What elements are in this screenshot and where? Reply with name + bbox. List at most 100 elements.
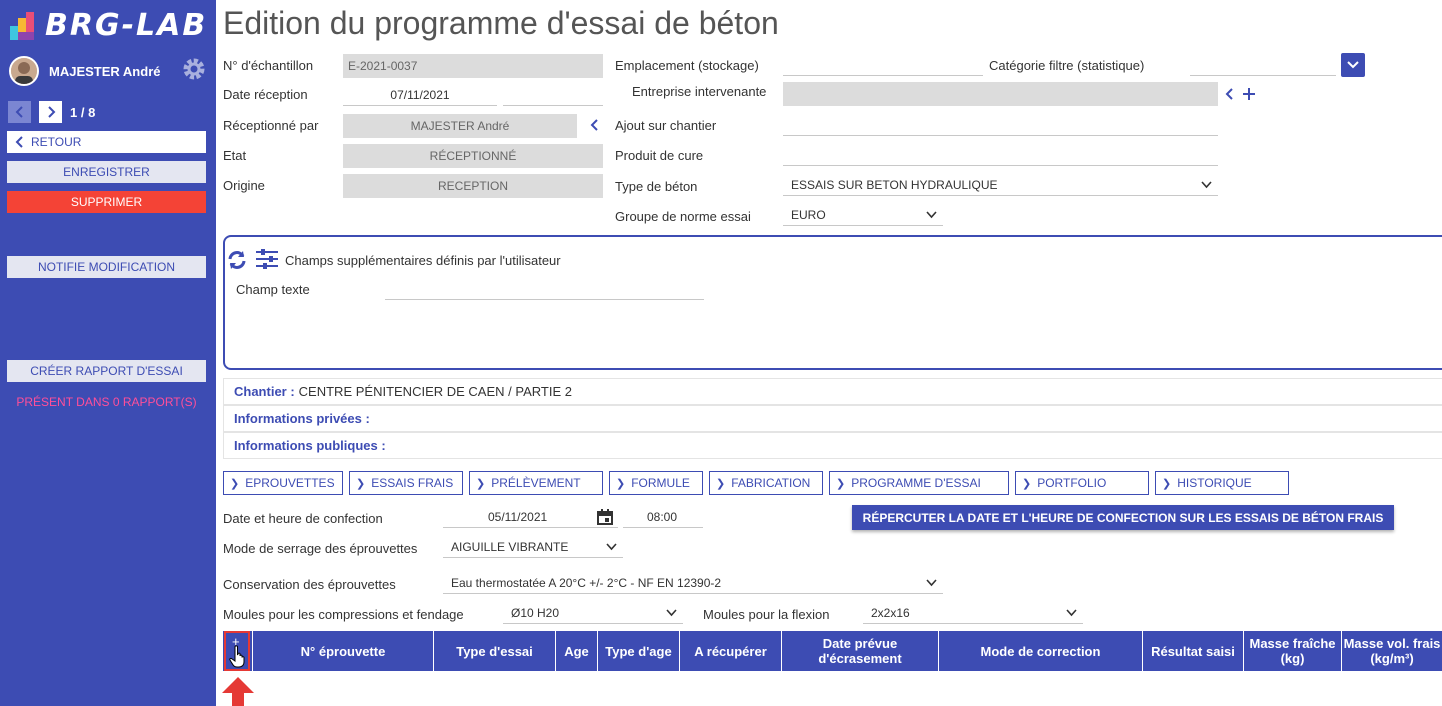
sample-number-field: E-2021-0037 xyxy=(343,54,603,78)
text-field-label: Champ texte xyxy=(236,282,310,297)
chevron-down-icon xyxy=(666,609,677,617)
state-field: RÉCEPTIONNÉ xyxy=(343,144,603,168)
tab-formule[interactable]: ❯ FORMULE xyxy=(609,471,703,495)
calendar-icon[interactable] xyxy=(597,509,613,525)
concrete-type-select[interactable]: ESSAIS SUR BETON HYDRAULIQUE xyxy=(783,174,1218,196)
filter-category-field[interactable] xyxy=(1190,54,1336,76)
reception-time-field[interactable] xyxy=(503,84,603,106)
state-label: Etat xyxy=(223,148,247,163)
chevron-down-icon: ❯ xyxy=(1022,477,1032,490)
public-info-row[interactable]: Informations publiques : xyxy=(223,432,1442,459)
sliders-icon[interactable] xyxy=(255,248,279,270)
origin-field: RECEPTION xyxy=(343,174,603,198)
gear-icon[interactable] xyxy=(181,56,207,82)
tab-label: PORTFOLIO xyxy=(1037,476,1107,490)
propagate-date-button[interactable]: RÉPERCUTER LA DATE ET L'HEURE DE CONFECT… xyxy=(852,505,1394,530)
custom-fields-title: Champs supplémentaires définis par l'uti… xyxy=(285,253,561,268)
tab-label: FORMULE xyxy=(631,476,690,490)
refresh-icon[interactable] xyxy=(226,249,248,271)
tab-essais-frais[interactable]: ❯ ESSAIS FRAIS xyxy=(349,471,463,495)
sample-number-label: N° d'échantillon xyxy=(223,58,314,73)
user-name: MAJESTER André xyxy=(49,63,161,79)
previous-button[interactable] xyxy=(8,101,31,123)
filter-category-dropdown-button[interactable] xyxy=(1341,53,1365,77)
private-info-key: Informations privées : xyxy=(234,411,370,426)
notify-modification-button[interactable]: NOTIFIE MODIFICATION xyxy=(7,256,206,278)
logo-text: BRG-LAB xyxy=(45,7,208,43)
add-icon[interactable] xyxy=(1242,87,1256,101)
logo: BRG-LAB xyxy=(8,6,207,44)
chevron-down-icon: ❯ xyxy=(1162,477,1172,490)
create-report-button[interactable]: CRÉER RAPPORT D'ESSAI xyxy=(7,360,206,382)
column-header[interactable]: Date prévue d'écrasement xyxy=(782,631,939,671)
flexion-molds-label: Moules pour la flexion xyxy=(703,607,830,622)
chevron-down-icon xyxy=(1347,61,1359,69)
column-header[interactable]: Résultat saisi xyxy=(1143,631,1244,671)
curing-product-field[interactable] xyxy=(783,144,1218,166)
conservation-value: Eau thermostatée A 20°C +/- 2°C - NF EN … xyxy=(451,575,722,590)
pager: 1 / 8 xyxy=(8,101,95,123)
compression-molds-select[interactable]: Ø10 H20 xyxy=(503,602,683,624)
next-button[interactable] xyxy=(39,101,62,123)
report-count-text: PRÉSENT DANS 0 RAPPORT(S) xyxy=(16,395,197,409)
tab-portfolio[interactable]: ❯ PORTFOLIO xyxy=(1015,471,1149,495)
confection-date-field[interactable]: 05/11/2021 xyxy=(443,506,618,528)
column-header[interactable]: Type d'age xyxy=(598,631,680,671)
flexion-molds-value: 2x2x16 xyxy=(871,605,910,620)
chevron-left-icon[interactable] xyxy=(590,118,600,132)
tab-programme-essai[interactable]: ❯ PROGRAMME D'ESSAI xyxy=(829,471,1009,495)
delete-button[interactable]: SUPPRIMER xyxy=(7,191,206,213)
chevron-down-icon xyxy=(606,543,617,551)
column-header[interactable]: Type d'essai xyxy=(434,631,556,671)
chevron-down-icon: ❯ xyxy=(230,477,240,490)
tab-prelevement[interactable]: ❯ PRÉLÈVEMENT xyxy=(469,471,603,495)
column-header[interactable]: Masse vol. frais (kg/m³) xyxy=(1342,631,1442,671)
chevron-left-icon xyxy=(15,106,23,118)
user-info: MAJESTER André xyxy=(9,56,209,86)
text-field-input[interactable] xyxy=(385,278,704,300)
sidebar: BRG-LAB MAJESTER André 1 / 8 RETOUR ENRE… xyxy=(0,0,216,706)
reception-date-label: Date réception xyxy=(223,87,308,102)
company-label: Entreprise intervenante xyxy=(632,84,767,99)
received-by-field: MAJESTER André xyxy=(343,114,577,138)
flexion-molds-select[interactable]: 2x2x16 xyxy=(863,602,1083,624)
chevron-down-icon xyxy=(1066,609,1077,617)
tab-historique[interactable]: ❯ HISTORIQUE xyxy=(1155,471,1289,495)
compression-molds-label: Moules pour les compressions et fendage xyxy=(223,607,464,622)
tab-fabrication[interactable]: ❯ FABRICATION xyxy=(709,471,823,495)
avatar-icon xyxy=(11,58,37,84)
compaction-mode-select[interactable]: AIGUILLE VIBRANTE xyxy=(443,536,623,558)
tab-label: HISTORIQUE xyxy=(1177,476,1252,490)
save-button[interactable]: ENREGISTRER xyxy=(7,161,206,183)
back-label: RETOUR xyxy=(31,135,82,149)
reception-date-field[interactable]: 07/11/2021 xyxy=(343,84,497,106)
tab-label: ESSAIS FRAIS xyxy=(371,476,454,490)
standard-group-select[interactable]: EURO xyxy=(783,204,943,226)
column-header[interactable]: N° éprouvette xyxy=(253,631,434,671)
column-header[interactable]: Masse fraîche (kg) xyxy=(1244,631,1342,671)
site-addition-field[interactable] xyxy=(783,114,1218,136)
private-info-row[interactable]: Informations privées : xyxy=(223,405,1442,432)
storage-location-field[interactable] xyxy=(783,54,983,76)
site-value: CENTRE PÉNITENCIER DE CAEN / PARTIE 2 xyxy=(298,384,572,399)
compression-molds-value: Ø10 H20 xyxy=(511,605,560,620)
page-title: Edition du programme d'essai de béton xyxy=(223,5,779,41)
chevron-left-icon[interactable] xyxy=(1225,87,1235,101)
back-button[interactable]: RETOUR xyxy=(7,131,206,153)
avatar[interactable] xyxy=(9,56,39,86)
specimen-table-header: N° éprouvette Type d'essai Age Type d'ag… xyxy=(223,631,1442,671)
received-by-label: Réceptionné par xyxy=(223,118,319,133)
column-header[interactable]: Age xyxy=(556,631,598,671)
add-specimen-button[interactable]: + xyxy=(224,631,250,671)
conservation-select[interactable]: Eau thermostatée A 20°C +/- 2°C - NF EN … xyxy=(443,572,943,594)
chevron-down-icon: ❯ xyxy=(356,477,366,490)
tab-eprouvettes[interactable]: ❯ EPROUVETTES xyxy=(223,471,343,495)
confection-date-value: 05/11/2021 xyxy=(488,509,548,524)
column-header[interactable]: Mode de correction xyxy=(939,631,1143,671)
filter-category-label: Catégorie filtre (statistique) xyxy=(989,58,1145,73)
concrete-type-label: Type de béton xyxy=(615,179,698,194)
compaction-mode-value: AIGUILLE VIBRANTE xyxy=(451,539,569,554)
column-header[interactable]: A récupérer xyxy=(680,631,782,671)
confection-time-field[interactable]: 08:00 xyxy=(623,506,703,528)
standard-group-label: Groupe de norme essai xyxy=(615,209,751,224)
